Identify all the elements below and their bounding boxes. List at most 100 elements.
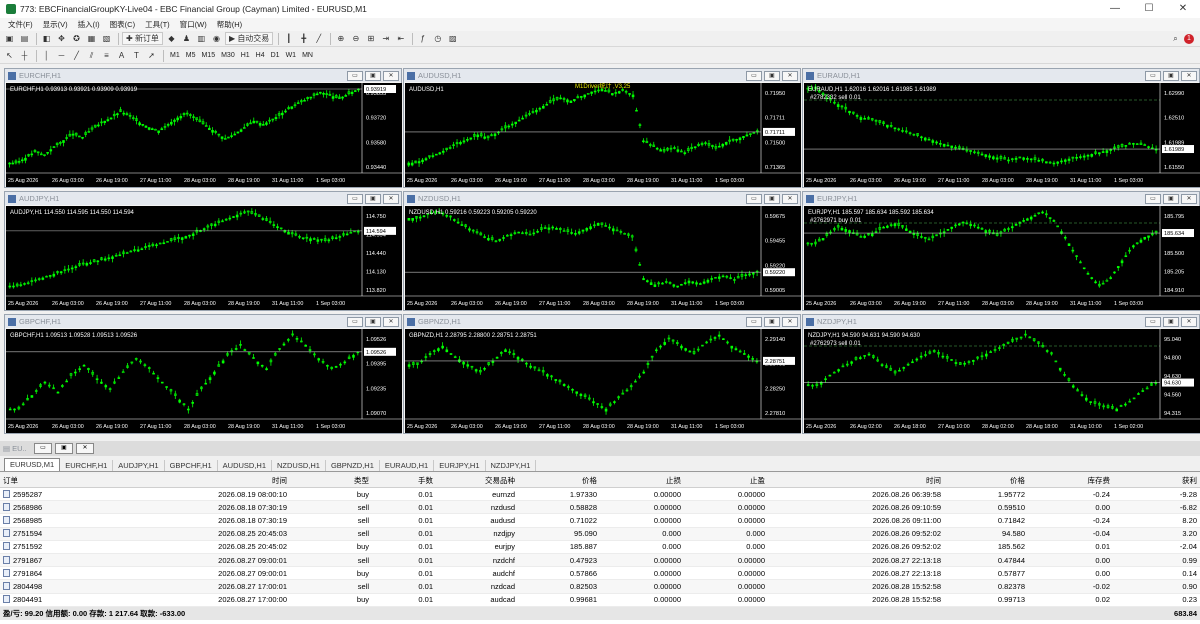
chart-close-button[interactable]: ✕ [1181,70,1197,81]
price-chart-euraud[interactable]: #2782332 sell 0.01 EURAUD,H1 1.62016 1.62… [804,83,1200,187]
price-chart-audjpy[interactable]: AUDJPY,H1 114.550 114.595 114.550 114.59… [6,206,402,310]
chart-minimize-button[interactable]: ▭ [746,193,762,204]
chart-minimize-button[interactable]: ▭ [1145,316,1161,327]
chart-restore-button[interactable]: ▣ [764,193,780,204]
menu-file[interactable]: 文件(F) [3,19,38,30]
chart-tab-audjpy[interactable]: AUDJPY,H1 [113,460,165,471]
indicators-icon[interactable]: ƒ [416,32,429,45]
notification-badge[interactable]: 1 [1184,33,1194,44]
chart-restore-button[interactable]: ▣ [365,193,381,204]
table-row[interactable]: 2804498 2026.08.27 17:00:01 sell 0.01 nzdcad… [0,580,1200,594]
periods-icon[interactable]: ◷ [431,32,444,45]
bar-chart-icon[interactable]: ┃ [282,32,295,45]
chart-minimize-button[interactable]: ▭ [347,316,363,327]
terminal-icon[interactable]: ▦ [85,32,98,45]
chart-close-button[interactable]: ✕ [383,193,399,204]
col-close-time[interactable]: 时间 [768,475,944,486]
chart-tab-eurusd[interactable]: EURUSD,M1 [4,458,61,471]
auto-trading-button[interactable]: ▶ 自动交易 [224,32,274,45]
menu-view[interactable]: 显示(V) [38,19,73,30]
timeframe-w1[interactable]: W1 [283,52,300,59]
chart-restore-button[interactable]: ▣ [365,316,381,327]
auto-scroll-icon[interactable]: ⇥ [379,32,392,45]
chart-window-euraud[interactable]: EURAUD,H1 ▭ ▣ ✕ #2782332 sell 0.01 EURAUD,H1 … [802,68,1200,188]
terminal-close-button[interactable]: ✕ [76,443,94,454]
close-button[interactable]: ✕ [1166,0,1200,18]
timeframe-m15[interactable]: M15 [198,52,218,59]
data-window-icon[interactable]: ✥ [55,32,68,45]
chart-restore-button[interactable]: ▣ [1163,316,1179,327]
chart-minimize-button[interactable]: ▭ [347,70,363,81]
chart-window-eurjpy[interactable]: EURJPY,H1 ▭ ▣ ✕ #2762971 buy 0.01 EURJPY,H1 1… [802,191,1200,311]
price-chart-eurjpy[interactable]: #2762971 buy 0.01 EURJPY,H1 185.597 185.6… [804,206,1200,310]
vps-icon[interactable]: ▥ [195,32,208,45]
price-chart-nzdjpy[interactable]: #2762973 sell 0.01 NZDJPY,H1 94.590 94.63… [804,329,1200,433]
chart-restore-button[interactable]: ▣ [1163,193,1179,204]
chart-minimize-button[interactable]: ▭ [347,193,363,204]
table-row[interactable]: 2568986 2026.08.18 07:30:19 sell 0.01 nzdusd… [0,501,1200,515]
timeframe-mn[interactable]: MN [299,52,316,59]
col-open-time[interactable]: 时间 [112,475,290,486]
text-tool-icon[interactable]: A [115,49,128,62]
trendline-icon[interactable]: ╱ [70,49,83,62]
chart-tab-nzdjpy[interactable]: NZDJPY,H1 [486,460,537,471]
chart-minimize-button[interactable]: ▭ [1145,70,1161,81]
terminal-minimize-button[interactable]: ▭ [34,443,52,454]
tile-windows-icon[interactable]: ⊞ [364,32,377,45]
chart-restore-button[interactable]: ▣ [1163,70,1179,81]
timeframe-m1[interactable]: M1 [167,52,183,59]
timeframe-m5[interactable]: M5 [183,52,199,59]
col-stop-loss[interactable]: 止损 [600,475,684,486]
chart-window-gbpchf[interactable]: GBPCHF,H1 ▭ ▣ ✕ GBPCHF,H1 1.09513 1.09528 1.… [4,314,402,434]
col-lots[interactable]: 手数 [372,475,436,486]
col-order[interactable]: 订单 [0,475,112,486]
timeframe-h1[interactable]: H1 [238,52,253,59]
new-chart-icon[interactable]: ▣ [3,32,16,45]
terminal-restore-button[interactable]: ▣ [55,443,73,454]
cursor-icon[interactable]: ↖ [3,49,16,62]
label-tool-icon[interactable]: T [130,49,143,62]
fibonacci-icon[interactable]: ≡ [100,49,113,62]
timeframe-m30[interactable]: M30 [218,52,238,59]
chart-close-button[interactable]: ✕ [782,70,798,81]
table-row[interactable]: 2568985 2026.08.18 07:30:19 sell 0.01 audusd… [0,514,1200,528]
chart-close-button[interactable]: ✕ [782,193,798,204]
signals-icon[interactable]: ♟ [180,32,193,45]
market-icon[interactable]: ◉ [210,32,223,45]
menu-window[interactable]: 窗口(W) [175,19,212,30]
price-chart-gbpchf[interactable]: GBPCHF,H1 1.09513 1.09528 1.09513 1.0952… [6,329,402,433]
chart-window-nzdusd[interactable]: NZDUSD,H1 ▭ ▣ ✕ NZDUSD,H1 0.59216 0.59223 0.… [403,191,801,311]
col-type[interactable]: 类型 [290,475,372,486]
channel-icon[interactable]: ⫽ [85,49,98,62]
templates-icon[interactable]: ▨ [446,32,459,45]
horizontal-line-icon[interactable]: ─ [55,49,68,62]
menu-insert[interactable]: 插入(I) [73,19,105,30]
menu-help[interactable]: 帮助(H) [212,19,247,30]
chart-close-button[interactable]: ✕ [383,70,399,81]
chart-window-audjpy[interactable]: AUDJPY,H1 ▭ ▣ ✕ AUDJPY,H1 114.550 114.595 11… [4,191,402,311]
price-chart-nzdusd[interactable]: NZDUSD,H1 0.59216 0.59223 0.59205 0.5922… [405,206,801,310]
candlestick-chart-icon[interactable]: ╋ [297,32,310,45]
table-row[interactable]: 2595287 2026.08.19 08:00:10 buy 0.01 eurnzd 1… [0,488,1200,502]
new-order-button[interactable]: ✚ 新订单 [122,32,163,45]
table-row[interactable]: 2791867 2026.08.27 09:00:01 sell 0.01 nzdchf… [0,553,1200,568]
col-swap[interactable]: 库存费 [1028,475,1113,486]
chart-restore-button[interactable]: ▣ [365,70,381,81]
col-symbol[interactable]: 交易品种 [436,475,518,486]
profiles-icon[interactable]: ▤ [18,32,31,45]
table-row[interactable]: 2751592 2026.08.25 20:45:02 buy 0.01 eurjpy 1… [0,541,1200,554]
table-row[interactable]: 2751594 2026.08.25 20:45:03 sell 0.01 nzdjpy… [0,527,1200,541]
chart-minimize-button[interactable]: ▭ [746,316,762,327]
arrows-icon[interactable]: ➚ [145,49,158,62]
timeframe-h4[interactable]: H4 [253,52,268,59]
chart-tab-eurchf[interactable]: EURCHF,H1 [60,460,114,471]
chart-window-audusd[interactable]: AUDUSD,H1 ▭ ▣ ✕ M1Driver统计 ,V3.25 AUDUSD,H1 0.… [403,68,801,188]
zoom-out-icon[interactable]: ⊖ [349,32,362,45]
chart-tab-euraud[interactable]: EURAUD,H1 [380,460,435,471]
chart-restore-button[interactable]: ▣ [764,316,780,327]
minimize-button[interactable]: — [1098,0,1132,18]
chart-window-gbpnzd[interactable]: GBPNZD,H1 ▭ ▣ ✕ GBPNZD,H1 2.28795 2.28800 2.… [403,314,801,434]
chart-tab-nzdusd[interactable]: NZDUSD,H1 [272,460,326,471]
chart-shift-icon[interactable]: ⇤ [394,32,407,45]
chart-tab-audusd[interactable]: AUDUSD,H1 [218,460,273,471]
